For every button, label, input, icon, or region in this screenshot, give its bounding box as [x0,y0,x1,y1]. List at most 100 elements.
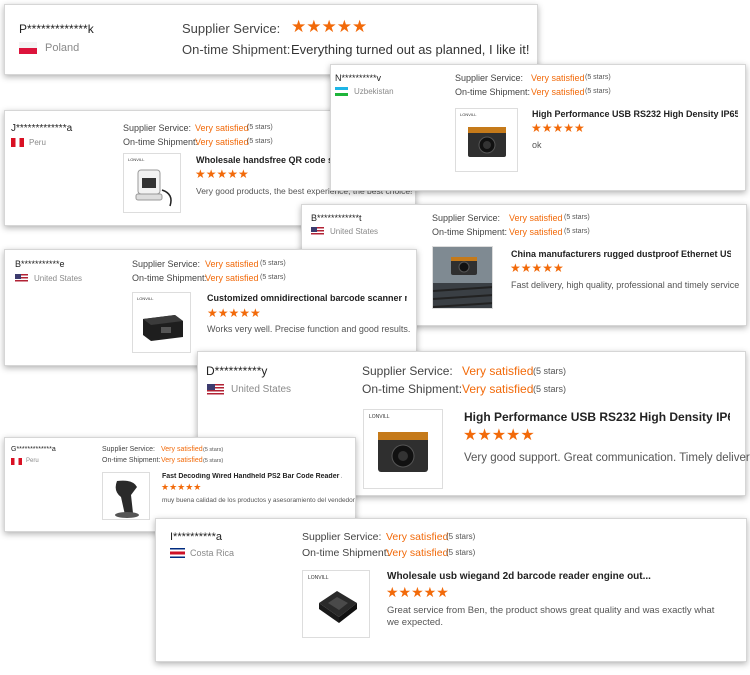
flag-united-states-icon [311,227,324,236]
product-rating-stars: ★★★★★ [531,121,585,135]
reviewer-country: United States [34,274,83,283]
product-rating-stars: ★★★★★ [161,482,202,492]
supplier-service-value: Very satisfied [462,364,534,378]
product-rating-stars: ★★★★★ [463,427,535,444]
supplier-service-count: (5 stars) [446,532,476,541]
supplier-service-label: Supplier Service: [432,213,501,223]
product-rating-stars: ★★★★★ [207,306,261,320]
product-rating-stars: ★★★★★ [386,584,449,600]
shipment-label: On-time Shipment: [132,273,208,283]
supplier-service-label: Supplier Service: [123,123,192,133]
shipment-count: (5 stars) [564,228,590,235]
scanner-module-image [143,315,183,341]
flag-peru-icon [11,138,24,147]
review-comment: muy buena calidad de los productos y ase… [162,497,355,504]
product-title[interactable]: High Performance USB RS232 High Density … [532,109,738,119]
reviewer-name: J*************a [11,123,73,134]
shipment-value: Very satisfied [205,273,259,283]
product-title[interactable]: Customized omnidirectional barcode scann… [207,293,407,303]
supplier-service-value: Very satisfied [161,446,203,453]
shipment-value: Very satisfied [386,547,449,559]
product-thumbnail[interactable] [432,246,493,309]
shipment-label: On-time Shipment: [362,382,463,396]
supplier-service-label: Supplier Service: [362,364,453,378]
supplier-service-count: (5 stars) [260,260,286,267]
reviewer-country: United States [330,227,379,236]
handheld-scanner-image [115,480,139,518]
product-thumbnail[interactable] [102,472,150,520]
supplier-service-count: (5 stars) [533,366,567,376]
product-thumbnail[interactable]: LONVILL [363,409,443,489]
supplier-service-count: (5 stars) [564,214,590,221]
review-card: B***********e United States Supplier Ser… [4,249,417,366]
shipment-count: (5 stars) [446,548,476,557]
reviewer-country: Peru [29,138,46,147]
product-rating-stars: ★★★★★ [195,167,249,181]
reviewer-name: P*************k [19,22,94,36]
supplier-service-label: Supplier Service: [102,446,155,453]
flag-united-states-icon [15,274,28,283]
review-comment: Great service from Ben, the product show… [387,605,715,628]
embedded-scanner-image [319,591,357,623]
desktop-scanner-image [135,169,172,207]
shipment-label: On-time Shipment: [182,42,291,57]
flag-united-states-icon [207,384,224,395]
supplier-service-label: Supplier Service: [182,21,281,36]
shipment-label: On-time Shipment: [302,547,390,559]
shipment-label: On-time Shipment: [102,457,161,464]
review-comment: Everything turned out as planned, I like… [291,42,530,57]
conveyor-scanner-image [433,247,492,308]
shipment-label: On-time Shipment: [432,227,508,237]
product-title[interactable]: High Performance USB RS232 High Density … [464,410,730,424]
shipment-count: (5 stars) [260,274,286,281]
shipment-value: Very satisfied [195,137,249,147]
flag-poland-icon [19,42,37,54]
shipment-count: (5 stars) [247,138,273,145]
fixed-scanner-image [468,127,506,157]
supplier-service-value: Very satisfied [386,531,449,543]
shipment-label: On-time Shipment: [455,87,531,97]
shipment-value: Very satisfied [161,457,203,464]
reviewer-country: Peru [26,458,39,464]
review-comment: Fast delivery, high quality, professiona… [511,280,740,290]
product-title[interactable]: China manufacturers rugged dustproof Eth… [511,249,731,259]
product-title[interactable]: Fast Decoding Wired Handheld PS2 Bar Cod… [162,473,342,480]
product-thumbnail[interactable]: LONVILL [455,108,518,172]
supplier-service-value: Very satisfied [205,259,259,269]
review-comment: ok [532,140,542,150]
flag-uzbekistan-icon [335,87,348,96]
supplier-service-label: Supplier Service: [302,531,382,543]
reviewer-country: United States [231,384,292,395]
supplier-rating-stars: ★★★★★ [291,17,368,36]
product-rating-stars: ★★★★★ [510,261,564,275]
reviewer-name: G*************a [11,446,56,453]
supplier-service-count: (5 stars) [247,124,273,131]
shipment-count: (5 stars) [533,384,567,394]
reviewer-name: D**********y [206,364,268,378]
fixed-scanner-image [378,432,428,472]
reviewer-name: B***********e [15,259,65,269]
reviewer-name: I**********a [170,531,222,543]
supplier-service-value: Very satisfied [195,123,249,133]
shipment-value: Very satisfied [509,227,563,237]
reviewer-name: N**********v [335,73,382,83]
product-thumbnail[interactable]: LONVILL [123,153,181,213]
shipment-value: Very satisfied [462,382,534,396]
supplier-service-value: Very satisfied [509,213,563,223]
review-card: I**********a Costa Rica Supplier Service… [155,518,747,662]
supplier-service-count: (5 stars) [203,447,224,453]
product-thumbnail[interactable]: LONVILL [302,570,370,638]
reviewer-name: B************t [311,213,362,223]
shipment-label: On-time Shipment: [123,137,199,147]
shipment-count: (5 stars) [203,458,224,464]
reviewer-country: Uzbekistan [354,87,394,96]
review-comment: Very good support. Great communication. … [464,452,750,464]
supplier-service-count: (5 stars) [585,74,611,81]
shipment-value: Very satisfied [531,87,585,97]
flag-costa-rica-icon [170,548,185,558]
product-title[interactable]: Wholesale usb wiegand 2d barcode reader … [387,571,687,582]
product-thumbnail[interactable]: LONVILL [132,292,191,353]
reviewer-country: Poland [45,42,80,54]
supplier-service-label: Supplier Service: [455,73,524,83]
reviewer-country: Costa Rica [190,548,235,558]
